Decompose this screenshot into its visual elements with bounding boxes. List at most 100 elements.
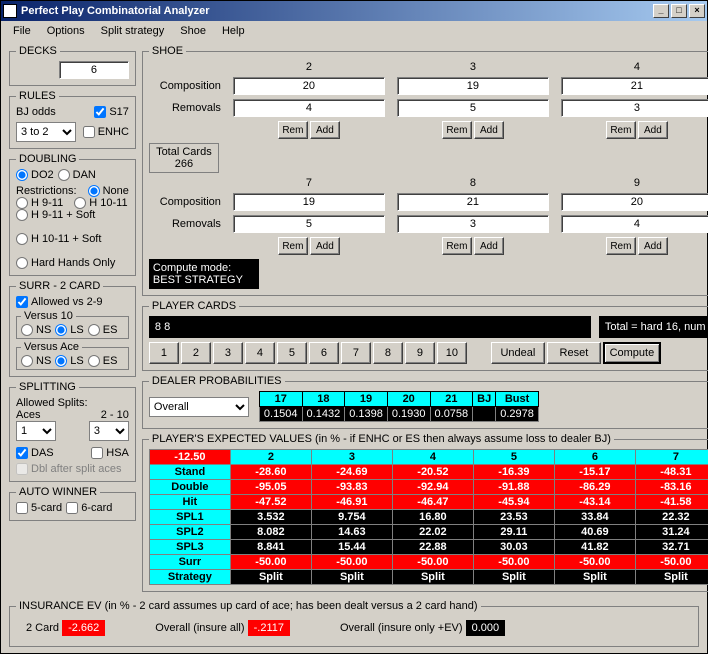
shoe-rem-button[interactable]: Rem: [442, 121, 472, 139]
ins-posev-val: 0.000: [466, 620, 506, 636]
splitting-legend: SPLITTING: [16, 381, 79, 393]
menu-options[interactable]: Options: [39, 23, 93, 39]
h911-radio[interactable]: [16, 197, 28, 209]
compute-button[interactable]: Compute: [603, 342, 661, 364]
v10-ns[interactable]: [21, 324, 33, 336]
shoe-add-button[interactable]: Add: [474, 237, 504, 255]
card-button-3[interactable]: 3: [213, 342, 243, 364]
ev-group: PLAYER'S EXPECTED VALUES (in % - if ENHC…: [142, 433, 708, 592]
dan-radio[interactable]: [58, 169, 70, 181]
shoe-hdr: 8: [397, 177, 549, 189]
undeal-button[interactable]: Undeal: [491, 342, 545, 364]
shoe-rem-button[interactable]: Rem: [606, 237, 636, 255]
shoe-rem-input[interactable]: [561, 99, 708, 117]
title-text: Perfect Play Combinatorial Analyzer: [21, 5, 210, 17]
shoe-comp-input[interactable]: [233, 193, 385, 211]
das-checkbox[interactable]: [16, 447, 28, 459]
surr-legend: SURR - 2 CARD: [16, 280, 103, 292]
rules-group: RULES BJ odds S17 3 to 2 ENHC: [9, 90, 136, 149]
shoe-hdr: 9: [561, 177, 708, 189]
shoe-add-button[interactable]: Add: [638, 121, 668, 139]
vA-es[interactable]: [88, 355, 100, 367]
player-hand-display: 8 8: [149, 316, 591, 338]
aces-select[interactable]: 1: [16, 421, 56, 441]
shoe-add-button[interactable]: Add: [310, 237, 340, 255]
splitting-group: SPLITTING Allowed Splits: Aces 2 - 10 1 …: [9, 381, 136, 482]
shoe-comp-input[interactable]: [397, 193, 549, 211]
card-button-9[interactable]: 9: [405, 342, 435, 364]
v10-ls[interactable]: [55, 324, 67, 336]
shoe-hdr: 7: [233, 177, 385, 189]
hh-radio[interactable]: [16, 257, 28, 269]
decks-input[interactable]: [59, 61, 129, 79]
total-cards-box: Total Cards 266: [149, 143, 219, 173]
doubling-legend: DOUBLING: [16, 153, 79, 165]
close-button[interactable]: ×: [689, 4, 705, 18]
menubar: File Options Split strategy Shoe Help: [1, 21, 707, 41]
shoe-rem-button[interactable]: Rem: [278, 237, 308, 255]
h1011-radio[interactable]: [74, 197, 86, 209]
titlebar: Perfect Play Combinatorial Analyzer _ □ …: [1, 1, 707, 21]
menu-split-strategy[interactable]: Split strategy: [93, 23, 173, 39]
shoe-add-button[interactable]: Add: [638, 237, 668, 255]
shoe-comp-input[interactable]: [233, 77, 385, 95]
shoe-rem-input[interactable]: [233, 215, 385, 233]
h911s-radio[interactable]: [16, 209, 28, 221]
shoe-rem-input[interactable]: [561, 215, 708, 233]
hsa-checkbox[interactable]: [91, 447, 103, 459]
shoe-hdr: 3: [397, 61, 549, 73]
card-button-5[interactable]: 5: [277, 342, 307, 364]
menu-help[interactable]: Help: [214, 23, 253, 39]
shoe-hdr: 2: [233, 61, 385, 73]
decks-legend: DECKS: [16, 45, 60, 57]
doubling-group: DOUBLING DO2 DAN Restrictions: None H 9-…: [9, 153, 136, 276]
vA-ls[interactable]: [55, 355, 67, 367]
reset-button[interactable]: Reset: [547, 342, 601, 364]
card-button-1[interactable]: 1: [149, 342, 179, 364]
vA-ns[interactable]: [21, 355, 33, 367]
card-button-7[interactable]: 7: [341, 342, 371, 364]
insurance-group: INSURANCE EV (in % - 2 card assumes up c…: [9, 600, 699, 647]
shoe-rem-input[interactable]: [397, 215, 549, 233]
shoe-comp-input[interactable]: [561, 193, 708, 211]
shoe-rem-input[interactable]: [233, 99, 385, 117]
card-button-2[interactable]: 2: [181, 342, 211, 364]
dealer-overall-select[interactable]: Overall: [149, 397, 249, 417]
bj-odds-select[interactable]: 3 to 2: [16, 122, 76, 142]
do2-radio[interactable]: [16, 169, 28, 181]
shoe-rem-button[interactable]: Rem: [278, 121, 308, 139]
card-button-8[interactable]: 8: [373, 342, 403, 364]
shoe-add-button[interactable]: Add: [310, 121, 340, 139]
r210-select[interactable]: 3: [89, 421, 129, 441]
shoe-rem-button[interactable]: Rem: [606, 121, 636, 139]
ins-overall-val: -.2117: [248, 620, 290, 636]
shoe-hdr: 4: [561, 61, 708, 73]
shoe-comp-input[interactable]: [561, 77, 708, 95]
menu-shoe[interactable]: Shoe: [172, 23, 214, 39]
restrict-none-radio[interactable]: [88, 185, 100, 197]
shoe-add-button[interactable]: Add: [474, 121, 504, 139]
card-button-10[interactable]: 10: [437, 342, 467, 364]
rules-legend: RULES: [16, 90, 59, 102]
decks-group: DECKS: [9, 45, 136, 86]
maximize-button[interactable]: □: [671, 4, 687, 18]
shoe-rem-button[interactable]: Rem: [442, 237, 472, 255]
minimize-button[interactable]: _: [653, 4, 669, 18]
card-button-6[interactable]: 6: [309, 342, 339, 364]
surr-allowed-checkbox[interactable]: [16, 296, 28, 308]
c6-checkbox[interactable]: [66, 502, 78, 514]
dealer-prob-group: DEALER PROBABILITIES Overall 1718192021B…: [142, 375, 708, 429]
card-button-4[interactable]: 4: [245, 342, 275, 364]
shoe-rem-input[interactable]: [397, 99, 549, 117]
menu-file[interactable]: File: [5, 23, 39, 39]
s17-checkbox[interactable]: [94, 106, 106, 118]
c5-checkbox[interactable]: [16, 502, 28, 514]
h1011s-radio[interactable]: [16, 233, 28, 245]
shoe-comp-input[interactable]: [397, 77, 549, 95]
enhc-checkbox[interactable]: [83, 126, 95, 138]
compute-mode: Compute mode: BEST STRATEGY: [149, 259, 259, 289]
bj-odds-label: BJ odds: [16, 106, 56, 118]
v10-es[interactable]: [88, 324, 100, 336]
surr-group: SURR - 2 CARD Allowed vs 2-9 Versus 10 N…: [9, 280, 136, 377]
shoe-group: SHOE 23456CompositionRemovalsRemAddRemAd…: [142, 45, 708, 296]
